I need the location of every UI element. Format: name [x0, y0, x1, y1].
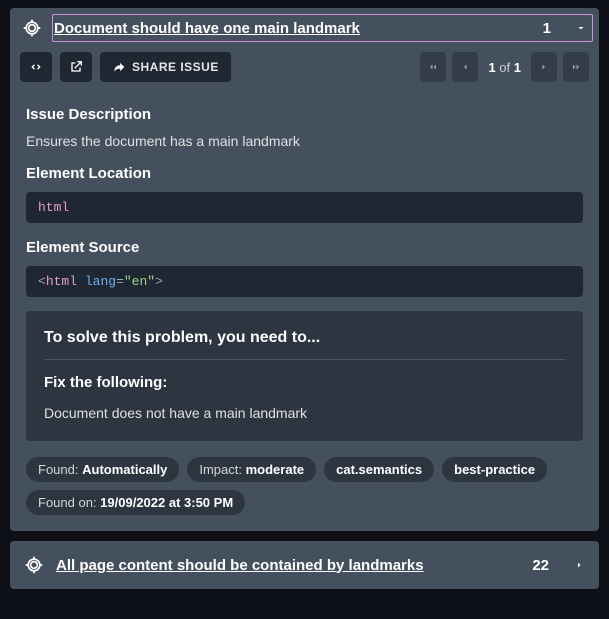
- element-source-heading: Element Source: [26, 239, 583, 256]
- share-icon: [112, 60, 126, 74]
- solution-box: To solve this problem, you need to... Fi…: [26, 311, 583, 441]
- issue-panel-expanded: Document should have one main landmark 1…: [10, 8, 599, 531]
- fix-text: Document does not have a main landmark: [44, 405, 565, 421]
- fix-heading: Fix the following:: [44, 374, 565, 391]
- share-issue-button[interactable]: SHARE ISSUE: [100, 52, 231, 82]
- pager-first-button[interactable]: [420, 52, 446, 82]
- issue-toolbar: SHARE ISSUE 1 of 1: [10, 48, 599, 92]
- open-external-button[interactable]: [60, 52, 92, 82]
- chevron-right-icon: [538, 61, 550, 73]
- chevron-first-icon: [427, 61, 439, 73]
- pager-last-button[interactable]: [563, 52, 589, 82]
- tag-best-practice: best-practice: [442, 457, 547, 482]
- solution-heading: To solve this problem, you need to...: [44, 329, 565, 347]
- issue-body: Issue Description Ensures the document h…: [10, 92, 599, 531]
- code-icon: [28, 59, 44, 75]
- pager-prev-button[interactable]: [452, 52, 478, 82]
- issue-title[interactable]: All page content should be contained by …: [56, 557, 508, 574]
- issue-header[interactable]: All page content should be contained by …: [10, 541, 599, 589]
- chevron-left-icon: [459, 61, 471, 73]
- tag-category: cat.semantics: [324, 457, 434, 482]
- issue-description-text: Ensures the document has a main landmark: [26, 133, 583, 149]
- tag-impact: Impact: moderate: [187, 457, 316, 482]
- issue-title[interactable]: Document should have one main landmark: [54, 20, 519, 37]
- chevron-right-icon[interactable]: [573, 559, 585, 571]
- external-link-icon: [68, 59, 84, 75]
- tags-row: Found: Automatically Impact: moderate ca…: [26, 457, 583, 515]
- issue-description-heading: Issue Description: [26, 106, 583, 123]
- target-icon: [22, 18, 42, 38]
- divider: [44, 359, 565, 360]
- share-label: SHARE ISSUE: [132, 60, 219, 74]
- issue-count: 1: [531, 20, 563, 37]
- tag-found: Found: Automatically: [26, 457, 179, 482]
- pager-next-button[interactable]: [531, 52, 557, 82]
- pager-status: 1 of 1: [484, 60, 525, 75]
- issue-panel-collapsed: All page content should be contained by …: [10, 541, 599, 589]
- element-location-heading: Element Location: [26, 165, 583, 182]
- chevron-down-icon[interactable]: [575, 22, 587, 34]
- tag-found-on: Found on: 19/09/2022 at 3:50 PM: [26, 490, 245, 515]
- code-button[interactable]: [20, 52, 52, 82]
- issue-count: 22: [520, 557, 561, 574]
- pager: 1 of 1: [420, 52, 589, 82]
- element-source-code[interactable]: <html lang="en">: [26, 266, 583, 297]
- element-location-code[interactable]: html: [26, 192, 583, 223]
- target-icon: [24, 555, 44, 575]
- chevron-last-icon: [570, 61, 582, 73]
- issue-header[interactable]: Document should have one main landmark 1: [10, 8, 599, 48]
